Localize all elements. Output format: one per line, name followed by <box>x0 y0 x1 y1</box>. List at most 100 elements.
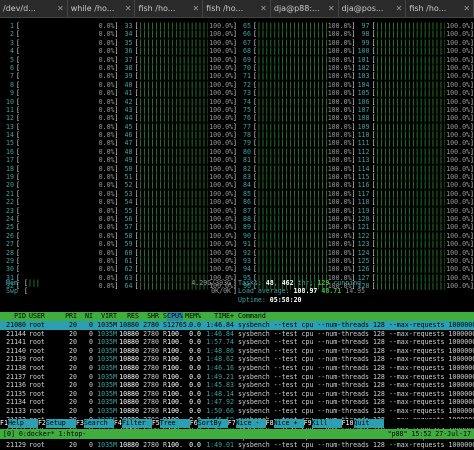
terminal-tab[interactable]: fish /ho...✕ <box>406 0 474 17</box>
col-res[interactable]: RES <box>117 312 139 321</box>
fkey-quit[interactable]: F10Quit <box>342 419 384 428</box>
terminal-tab[interactable]: dja@p88:...✕ <box>271 0 339 17</box>
cpu-number: 94 <box>237 265 253 273</box>
process-row[interactable]: 21136root2001035M108802780R100.0.01:45.8… <box>0 381 474 390</box>
cell-s: R <box>159 390 167 399</box>
process-row[interactable]: 21138root2001035M108802780R100.0.01:46.1… <box>0 364 474 373</box>
col-mem[interactable]: MEM% <box>183 312 201 321</box>
cell-ni: 0 <box>77 321 93 330</box>
close-icon[interactable]: ✕ <box>192 4 199 13</box>
cpu-number: 113 <box>356 156 372 164</box>
cpu-meter: 66[|||||||||||||||||||||||||||||||||||||… <box>237 30 356 38</box>
cpu-number: 24 <box>0 215 16 223</box>
col-pri[interactable]: PRI <box>59 312 77 321</box>
fkey-nice-[interactable]: F8Nice + <box>266 419 304 428</box>
cell-time: 1:48.86 <box>201 347 234 356</box>
cpu-percent: 0.0% <box>98 89 115 97</box>
col-virt[interactable]: VIRT <box>93 312 117 321</box>
fkey-sortby[interactable]: F6SortBy <box>190 419 228 428</box>
cpu-meter: 14[|||||||||||||||||||||||||||||||||||||… <box>0 131 119 139</box>
cpu-meter: 75[|||||||||||||||||||||||||||||||||||||… <box>237 106 356 114</box>
process-row[interactable]: 21134root2001035M108802780R100.0.01:47.9… <box>0 398 474 407</box>
cell-virt: 1035M <box>93 321 117 330</box>
cpu-meter: 70[|||||||||||||||||||||||||||||||||||||… <box>237 64 356 72</box>
process-row[interactable]: 21141root2001035M108802780R100.0.01:57.7… <box>0 338 474 347</box>
process-row[interactable]: 21139root2001035M108802780R100.0.01:48.6… <box>0 355 474 364</box>
close-icon[interactable]: ✕ <box>463 4 470 13</box>
cpu-number: 120 <box>356 215 372 223</box>
close-icon[interactable]: ✕ <box>260 4 267 13</box>
cpu-percent: 100.0% <box>327 98 352 106</box>
cpu-meter: 28[|||||||||||||||||||||||||||||||||||||… <box>0 249 119 257</box>
cpu-number: 75 <box>237 106 253 114</box>
cpu-meter: 45[|||||||||||||||||||||||||||||||||||||… <box>119 123 238 131</box>
fkey-search[interactable]: F3Search <box>76 419 114 428</box>
col-time[interactable]: TIME+ <box>201 312 234 321</box>
cpu-percent: 0.0% <box>98 215 115 223</box>
cpu-percent: 100.0% <box>445 139 470 147</box>
close-icon[interactable]: ✕ <box>57 4 64 13</box>
terminal-tab[interactable]: fish /ho...✕ <box>203 0 271 17</box>
process-row[interactable]: 21135root2001035M108802780R100.0.01:48.1… <box>0 390 474 399</box>
fkey-label: Help <box>8 419 38 428</box>
cell-ni: 0 <box>77 373 93 382</box>
cell-pri: 20 <box>59 381 77 390</box>
cpu-number: 42 <box>119 98 135 106</box>
close-icon[interactable]: ✕ <box>328 4 335 13</box>
cpu-percent: 100.0% <box>327 81 352 89</box>
cell-pid: 21139 <box>0 355 26 364</box>
cpu-meter: 33[|||||||||||||||||||||||||||||||||||||… <box>119 22 238 30</box>
terminal-tab[interactable]: dja@pos...✕ <box>339 0 407 17</box>
fkey-tree[interactable]: F5Tree <box>152 419 190 428</box>
cpu-number: 8 <box>0 81 16 89</box>
cell-ni: 0 <box>77 338 93 347</box>
close-icon[interactable]: ✕ <box>396 4 403 13</box>
fkey-filter[interactable]: F4Filter <box>114 419 152 428</box>
process-row[interactable]: 21140root2001035M108802780R100.0.01:48.8… <box>0 347 474 356</box>
cpu-number: 86 <box>237 198 253 206</box>
cpu-number: 57 <box>119 223 135 231</box>
cpu-meter: 77[|||||||||||||||||||||||||||||||||||||… <box>237 123 356 131</box>
cpu-number: 12 <box>0 114 16 122</box>
process-row[interactable]: 21080root2001035M108802780S12765.0.01:46… <box>0 321 474 330</box>
cell-cpu: 100. <box>167 390 183 399</box>
fkey-label: Setup <box>46 419 76 428</box>
cpu-percent: 100.0% <box>445 106 470 114</box>
process-row[interactable]: 21133root2001035M108802780R100.0.01:50.6… <box>0 407 474 416</box>
cpu-percent: 100.0% <box>445 22 470 30</box>
col-command[interactable]: Command <box>234 312 474 321</box>
cpu-percent: 0.0% <box>98 139 115 147</box>
cpu-number: 18 <box>0 165 16 173</box>
col-pid[interactable]: PID <box>0 312 26 321</box>
cpu-number: 103 <box>356 72 372 80</box>
col-shr[interactable]: SHR <box>139 312 159 321</box>
col-user[interactable]: USER <box>26 312 59 321</box>
cell-mem: 0.0 <box>183 381 201 390</box>
process-row[interactable]: 21129root2001035M108802780R100.0.01:49.0… <box>0 441 474 450</box>
fkey-setup[interactable]: F2Setup <box>38 419 76 428</box>
terminal-tab[interactable]: /dev/d...✕ <box>0 0 68 17</box>
col-state[interactable]: S <box>159 312 167 321</box>
cpu-percent: 0.0% <box>98 148 115 156</box>
process-row[interactable]: 21144root2001035M108802780R100.0.01:46.8… <box>0 330 474 339</box>
cell-pri: 20 <box>59 347 77 356</box>
fkey-nice-[interactable]: F7Nice - <box>228 419 266 428</box>
cpu-number: 11 <box>0 106 16 114</box>
process-row[interactable]: 21137root2001035M108802780R100.0.01:49.2… <box>0 373 474 382</box>
close-icon[interactable]: ✕ <box>125 4 132 13</box>
mem-bar: |||| <box>28 279 40 287</box>
fkey-help[interactable]: F1Help <box>0 419 38 428</box>
col-ni[interactable]: NI <box>77 312 93 321</box>
terminal-tab-bar: /dev/d...✕while /ho...✕fish /ho...✕fish … <box>0 0 474 18</box>
fkey-kill[interactable]: F9Kill <box>304 419 342 428</box>
col-cpu[interactable]: CPU% <box>167 312 183 321</box>
cpu-meter: 88[|||||||||||||||||||||||||||||||||||||… <box>237 215 356 223</box>
terminal-tab[interactable]: while /ho...✕ <box>68 0 136 17</box>
cpu-number: 62 <box>119 265 135 273</box>
tmux-windows[interactable]: [0] 0:docker* 1:htop- <box>0 429 89 439</box>
cell-s: S <box>159 321 167 330</box>
terminal-tab[interactable]: fish /ho...✕ <box>135 0 203 17</box>
cpu-meter: 120[||||||||||||||||||||||||||||||||||||… <box>356 215 474 223</box>
cell-shr: 2780 <box>139 321 159 330</box>
cell-user: root <box>26 441 59 450</box>
